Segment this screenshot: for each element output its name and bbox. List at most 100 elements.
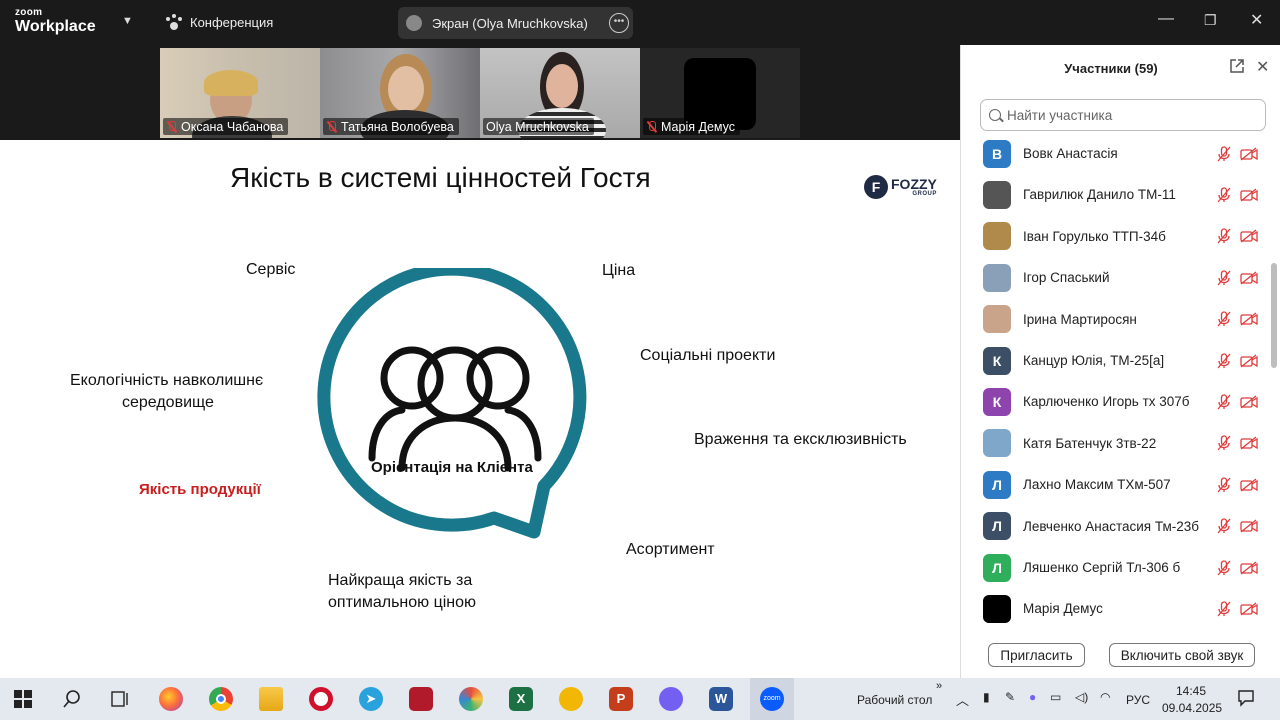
word-icon[interactable]: W [709, 687, 733, 711]
search-input[interactable] [1007, 107, 1257, 123]
minimize-button[interactable]: — [1158, 10, 1174, 28]
scrollbar-thumb[interactable] [1271, 263, 1277, 368]
camera-off-icon[interactable] [1240, 478, 1258, 492]
participant-name-label: Оксана Чабанова [163, 118, 289, 135]
participant-search-box[interactable] [980, 99, 1266, 131]
language-indicator[interactable]: РУС [1126, 693, 1150, 707]
camera-off-icon[interactable] [1240, 436, 1258, 450]
participant-name: Марія Демус [1023, 601, 1103, 617]
video-tile-active-speaker[interactable]: Olya Mruchkovska [480, 48, 640, 138]
excel-icon[interactable]: X [509, 687, 533, 711]
mic-muted-icon[interactable] [1217, 270, 1231, 286]
video-tile[interactable]: Марія Демус [640, 48, 800, 138]
camera-off-icon[interactable] [1240, 146, 1258, 161]
participant-row[interactable]: Марія Демус [961, 588, 1271, 629]
viber-icon[interactable] [659, 687, 683, 711]
meeting-info-button[interactable]: Конференция [164, 14, 273, 30]
desktop-toolbar-chevron-icon[interactable]: » [936, 680, 942, 692]
people-group-icon [368, 346, 542, 472]
sharer-avatar [406, 15, 422, 31]
mic-muted-icon[interactable] [1217, 518, 1231, 534]
more-options-icon[interactable]: ••• [609, 13, 629, 33]
camera-off-icon[interactable] [1240, 188, 1258, 202]
unmute-self-button[interactable]: Включить свой звук [1109, 643, 1255, 667]
participant-row[interactable]: Л Лахно Максим ТХм-507 [961, 464, 1271, 505]
mic-muted-icon[interactable] [1217, 394, 1231, 410]
zoom-taskbar-slot[interactable]: zoom [750, 678, 794, 720]
screen-share-indicator[interactable]: Экран (Olya Mruchkovska) ••• [398, 7, 633, 39]
viber-tray-icon[interactable]: ● [1029, 690, 1036, 704]
value-service: Сервіс [246, 261, 296, 278]
clock-time[interactable]: 14:45 [1176, 684, 1206, 698]
mic-muted-icon[interactable] [1217, 187, 1231, 203]
battery-icon[interactable]: ▭ [1050, 690, 1061, 704]
participant-avatar [983, 180, 1011, 209]
pop-out-icon[interactable] [1229, 58, 1245, 74]
chrome-icon[interactable] [209, 687, 233, 711]
windows-start-icon[interactable] [14, 690, 32, 708]
camera-off-icon[interactable] [1240, 229, 1258, 243]
camera-off-icon[interactable] [1240, 395, 1258, 409]
mic-muted-icon[interactable] [1217, 145, 1231, 162]
pdf-reader-icon[interactable] [409, 687, 433, 711]
telegram-icon[interactable]: ➤ [359, 687, 383, 711]
value-product-quality: Якість продукції [139, 481, 261, 498]
chevron-down-icon[interactable]: ▼ [122, 15, 133, 27]
search-icon [989, 109, 1001, 121]
participant-row[interactable]: Ігор Спаський [961, 257, 1271, 298]
mic-muted-icon[interactable] [1217, 311, 1231, 327]
file-explorer-icon[interactable] [259, 687, 283, 711]
volume-icon[interactable]: ◁) [1075, 690, 1088, 704]
mic-muted-icon[interactable] [1217, 477, 1231, 493]
mic-muted-icon[interactable] [1217, 435, 1231, 451]
zoom-icon[interactable]: zoom [760, 687, 784, 711]
camera-off-icon[interactable] [1240, 353, 1258, 368]
participant-row[interactable]: В Вовк Анастасія [961, 133, 1271, 174]
camera-off-icon[interactable] [1240, 519, 1258, 533]
participant-row[interactable]: Катя Батенчук 3тв-22 [961, 423, 1271, 464]
participant-row[interactable]: К Канцур Юлія, ТМ-25[а] [961, 340, 1271, 381]
firefox-icon[interactable] [159, 687, 183, 711]
video-strip: Оксана Чабанова Татьяна Волобуева Olya M… [0, 45, 960, 140]
camera-off-icon[interactable] [1240, 312, 1258, 326]
camera-off-icon[interactable] [1240, 271, 1258, 285]
mic-muted-icon[interactable] [1217, 559, 1231, 576]
search-icon[interactable] [62, 689, 82, 709]
paint-icon[interactable] [459, 687, 483, 711]
participant-row[interactable]: К Карлюченко Игорь тх 307б [961, 381, 1271, 422]
desktop-toolbar-label[interactable]: Рабочий стол [857, 693, 932, 707]
participant-avatar [983, 594, 1011, 623]
video-tile[interactable]: Оксана Чабанова [160, 48, 320, 138]
camera-off-icon[interactable] [1240, 602, 1258, 616]
camera-off-icon[interactable] [1240, 560, 1258, 575]
participant-row[interactable]: Ірина Мартиросян [961, 299, 1271, 340]
pen-tray-icon[interactable]: ✎ [1005, 690, 1015, 704]
participant-name: Лахно Максим ТХм-507 [1023, 477, 1171, 493]
video-tile[interactable]: Татьяна Волобуева [320, 48, 480, 138]
participant-row[interactable]: Гаврилюк Данило ТМ-11 [961, 174, 1271, 215]
zoom-workplace-logo[interactable]: zoom Workplace [15, 8, 96, 35]
participant-row[interactable]: Л Левченко Анастасия Тм-23б [961, 506, 1271, 547]
archiver-icon[interactable] [559, 687, 583, 711]
powerpoint-icon[interactable]: P [609, 687, 633, 711]
restore-button[interactable]: ❐ [1204, 12, 1217, 29]
task-view-icon[interactable] [110, 690, 130, 708]
close-button[interactable]: ✕ [1250, 10, 1263, 30]
microphone-tray-icon[interactable]: ▮ [983, 690, 990, 704]
network-icon[interactable]: ◠ [1100, 690, 1110, 704]
close-panel-icon[interactable]: ✕ [1256, 57, 1269, 77]
participant-avatar: К [983, 387, 1011, 416]
center-label: Орієнтація на Клієнта [371, 459, 533, 476]
participant-row[interactable]: Л Ляшенко Сергій Тл-306 б [961, 547, 1271, 588]
mic-muted-icon[interactable] [1217, 352, 1231, 369]
mic-muted-icon[interactable] [1217, 228, 1231, 244]
notifications-icon[interactable] [1237, 689, 1255, 707]
participant-list-scrollbar[interactable] [1271, 133, 1277, 633]
opera-icon[interactable] [309, 687, 333, 711]
invite-button[interactable]: Пригласить [988, 643, 1085, 667]
participant-row[interactable]: Іван Горулько ТТП-34б [961, 216, 1271, 257]
value-best-quality-line2: оптимальною ціною [328, 594, 477, 611]
tray-expand-chevron-icon[interactable]: ︿ [956, 690, 969, 709]
clock-date[interactable]: 09.04.2025 [1162, 701, 1222, 715]
mic-muted-icon[interactable] [1217, 601, 1231, 617]
